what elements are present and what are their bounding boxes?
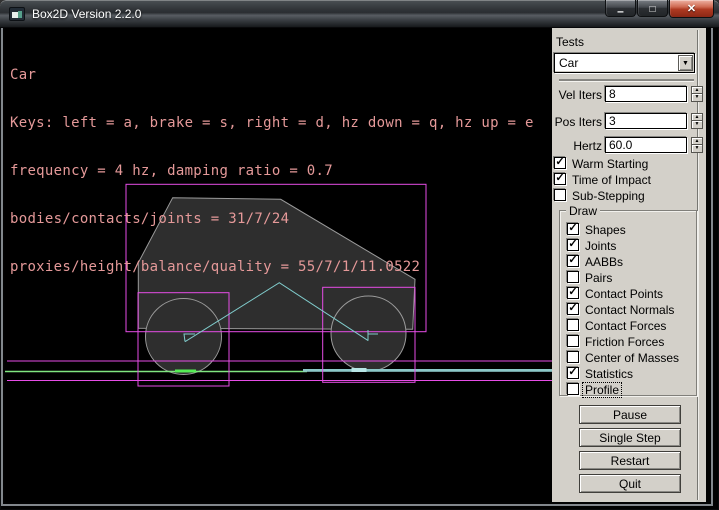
warm-starting-label: Warm Starting (572, 157, 648, 171)
hertz-spinner: ▲ ▼ (691, 137, 703, 153)
checkbox-box[interactable] (554, 189, 566, 201)
sub-stepping-label: Sub-Stepping (572, 189, 645, 203)
pos-iters-input[interactable] (605, 113, 687, 129)
vel-iters-up-button[interactable]: ▲ (691, 86, 703, 94)
down-arrow-icon: ▼ (695, 122, 700, 127)
car-wheel-rear (146, 299, 222, 375)
check-icon: ✓ (555, 173, 564, 183)
checkbox-box[interactable] (567, 319, 579, 331)
hertz-up-button[interactable]: ▲ (691, 137, 703, 145)
close-button[interactable]: ✕ (669, 0, 714, 18)
stats-overlay: Car Keys: left = a, brake = s, right = d… (10, 35, 534, 307)
pos-iters-down-button[interactable]: ▼ (691, 121, 703, 129)
app-icon (9, 7, 25, 21)
tests-combobox-value: Car (559, 56, 578, 70)
hertz-down-button[interactable]: ▼ (691, 145, 703, 153)
checkbox-box[interactable]: ✓ (567, 223, 579, 235)
checkbox-box[interactable]: ✓ (567, 287, 579, 299)
pos-iters-label: Pos Iters (552, 115, 602, 129)
control-panel: Tests Car ▼ Vel Iters ▲ ▼ Pos Iters ▲ ▼ (552, 28, 706, 502)
tests-combobox-dropdown-button[interactable]: ▼ (678, 55, 693, 71)
separator (559, 79, 694, 81)
simulation-canvas[interactable]: Car Keys: left = a, brake = s, right = d… (5, 28, 552, 502)
contact-forces-label: Contact Forces (585, 319, 666, 333)
single-step-button[interactable]: Single Step (579, 428, 681, 447)
statistics-label: Statistics (585, 367, 633, 381)
vel-iters-input[interactable] (605, 86, 687, 102)
draw-group-label: Draw (566, 204, 600, 218)
checkbox-box[interactable]: ✓ (554, 157, 566, 169)
up-arrow-icon: ▲ (695, 115, 700, 120)
hertz-input[interactable] (605, 137, 687, 153)
stat-line-proxies: proxies/height/balance/quality = 55/7/1/… (10, 259, 534, 275)
pos-iters-row: Pos Iters ▲ ▼ (552, 113, 706, 129)
contact-point-rear (175, 370, 196, 373)
draw-groupbox: Draw ✓ Shapes ✓ Joints ✓ AABBs Pairs ✓ C… (559, 210, 697, 396)
bridge-line (303, 369, 552, 372)
tests-label: Tests (556, 35, 584, 49)
close-icon: ✕ (687, 2, 696, 15)
check-icon: ✓ (568, 367, 577, 377)
quit-button[interactable]: Quit (579, 474, 681, 493)
stat-line-frequency: frequency = 4 hz, damping ratio = 0.7 (10, 163, 534, 179)
hertz-row: Hertz ▲ ▼ (552, 137, 706, 153)
checkbox-box[interactable]: ✓ (567, 367, 579, 379)
pos-iters-up-button[interactable]: ▲ (691, 113, 703, 121)
checkbox-box[interactable] (567, 271, 579, 283)
time-of-impact-label: Time of Impact (572, 173, 651, 187)
stat-line-keys: Keys: left = a, brake = s, right = d, hz… (10, 115, 534, 131)
restart-button[interactable]: Restart (579, 451, 681, 470)
maximize-button[interactable]: □ (637, 0, 668, 17)
up-arrow-icon: ▲ (695, 88, 700, 93)
check-icon: ✓ (568, 287, 577, 297)
checkbox-box[interactable]: ✓ (567, 303, 579, 315)
check-icon: ✓ (568, 223, 577, 233)
checkbox-box[interactable]: ✓ (567, 255, 579, 267)
maximize-icon: □ (649, 4, 655, 15)
aabbs-label: AABBs (585, 255, 623, 269)
up-arrow-icon: ▲ (695, 139, 700, 144)
window-controls: – □ ✕ (604, 0, 714, 18)
down-arrow-icon: ▼ (695, 146, 700, 151)
vel-iters-row: Vel Iters ▲ ▼ (552, 86, 706, 102)
tests-combobox[interactable]: Car ▼ (554, 53, 695, 73)
window-title: Box2D Version 2.2.0 (32, 7, 141, 21)
center-of-masses-label: Center of Masses (585, 351, 679, 365)
down-arrow-icon: ▼ (695, 95, 700, 100)
pairs-label: Pairs (585, 271, 612, 285)
minimize-button[interactable]: – (605, 0, 636, 17)
vel-iters-down-button[interactable]: ▼ (691, 94, 703, 102)
contact-points-label: Contact Points (585, 287, 663, 301)
stat-line-bodies: bodies/contacts/joints = 31/7/24 (10, 211, 534, 227)
vel-iters-spinner: ▲ ▼ (691, 86, 703, 102)
profile-label: Profile (582, 382, 622, 398)
friction-forces-label: Friction Forces (585, 335, 664, 349)
shapes-label: Shapes (585, 223, 626, 237)
checkbox-box[interactable]: ✓ (567, 239, 579, 251)
vel-iters-label: Vel Iters (552, 88, 602, 102)
pos-iters-spinner: ▲ ▼ (691, 113, 703, 129)
pause-button[interactable]: Pause (579, 405, 681, 424)
check-icon: ✓ (568, 239, 577, 249)
checkbox-box[interactable] (567, 383, 579, 395)
box2d-window: Box2D Version 2.2.0 – □ ✕ (0, 0, 719, 510)
joints-label: Joints (585, 239, 616, 253)
stat-line-title: Car (10, 67, 534, 83)
check-icon: ✓ (568, 303, 577, 313)
hertz-label: Hertz (552, 139, 602, 153)
checkbox-box[interactable] (567, 335, 579, 347)
contact-normals-label: Contact Normals (585, 303, 674, 317)
minimize-icon: – (617, 4, 624, 18)
chevron-down-icon: ▼ (682, 60, 689, 67)
checkbox-box[interactable]: ✓ (554, 173, 566, 185)
check-icon: ✓ (568, 255, 577, 265)
checkbox-box[interactable] (567, 351, 579, 363)
check-icon: ✓ (555, 157, 564, 167)
contact-point-front (352, 368, 367, 372)
